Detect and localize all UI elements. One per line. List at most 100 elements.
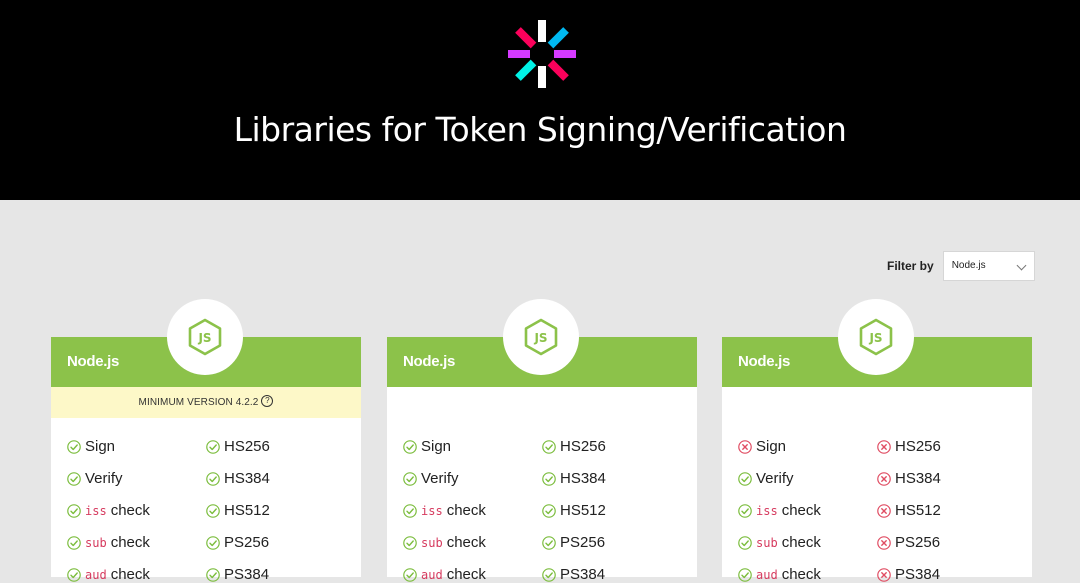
- check-circle-icon: [738, 503, 752, 518]
- algorithm-item: HS256: [877, 438, 941, 455]
- check-circle-icon: [206, 567, 220, 582]
- filter-select-value: Node.js: [951, 260, 986, 271]
- feature-code: iss: [756, 503, 778, 518]
- card-header: Node.js JS: [51, 299, 361, 387]
- svg-text:JS: JS: [533, 331, 547, 345]
- feature-item: Sign: [403, 438, 451, 455]
- check-circle-icon: [206, 503, 220, 518]
- svg-text:JS: JS: [197, 331, 211, 345]
- card-header: Node.js JS: [722, 299, 1032, 387]
- feature-item: sub check: [403, 534, 486, 551]
- check-circle-icon: [542, 503, 556, 518]
- feature-item: Verify: [67, 470, 123, 487]
- feature-label: Verify: [756, 470, 794, 487]
- feature-code: aud: [756, 567, 778, 582]
- feature-label: check: [781, 534, 821, 551]
- feature-code: aud: [421, 567, 443, 582]
- algorithm-item: PS384: [206, 566, 269, 583]
- feature-label: Verify: [421, 470, 459, 487]
- feature-item: sub check: [67, 534, 150, 551]
- minimum-version-text: MINIMUM VERSION 4.2.2: [138, 397, 259, 408]
- page-title: Libraries for Token Signing/Verification: [233, 110, 847, 149]
- algorithm-label: PS384: [895, 566, 941, 583]
- check-circle-icon: [67, 439, 81, 454]
- filter-label: Filter by: [887, 259, 934, 273]
- feature-code: iss: [421, 503, 443, 518]
- algorithm-label: HS384: [224, 470, 270, 487]
- check-circle-icon: [206, 471, 220, 486]
- feature-code: aud: [85, 567, 107, 582]
- check-circle-icon: [67, 567, 81, 582]
- algorithm-label: PS384: [560, 566, 606, 583]
- feature-label: check: [446, 502, 486, 519]
- feature-label: check: [781, 502, 821, 519]
- x-circle-icon: [877, 503, 891, 518]
- algorithm-label: HS512: [224, 502, 270, 519]
- algorithm-label: HS384: [895, 470, 941, 487]
- algorithm-label: HS512: [895, 502, 941, 519]
- check-circle-icon: [738, 471, 752, 486]
- algorithm-label: PS256: [224, 534, 270, 551]
- nodejs-icon: JS: [859, 318, 893, 356]
- feature-label: check: [446, 534, 486, 551]
- check-circle-icon: [67, 503, 81, 518]
- algorithm-item: HS384: [542, 470, 606, 487]
- check-circle-icon: [206, 535, 220, 550]
- algorithm-item: PS256: [542, 534, 605, 551]
- feature-label: check: [110, 534, 150, 551]
- x-circle-icon: [877, 567, 891, 582]
- filter-bar: Filter by Node.js: [887, 251, 1035, 281]
- feature-label: check: [781, 566, 821, 583]
- feature-label: check: [446, 566, 486, 583]
- feature-item: Sign: [738, 438, 786, 455]
- feature-code: iss: [85, 503, 107, 518]
- x-circle-icon: [877, 535, 891, 550]
- algorithm-label: HS256: [560, 438, 606, 455]
- hero-header: Libraries for Token Signing/Verification: [0, 0, 1080, 200]
- check-circle-icon: [403, 471, 417, 486]
- feature-code: sub: [756, 535, 778, 550]
- check-circle-icon: [403, 535, 417, 550]
- feature-label: check: [110, 566, 150, 583]
- feature-item: iss check: [403, 502, 486, 519]
- algorithm-item: HS256: [206, 438, 270, 455]
- check-circle-icon: [206, 439, 220, 454]
- svg-text:JS: JS: [868, 331, 882, 345]
- feature-label: check: [110, 502, 150, 519]
- filter-select[interactable]: Node.js: [942, 251, 1035, 281]
- nodejs-icon: JS: [188, 318, 222, 356]
- check-circle-icon: [403, 439, 417, 454]
- library-card[interactable]: Node.js JS Sign Verify iss check sub check aud ch…: [387, 299, 697, 583]
- check-circle-icon: [542, 471, 556, 486]
- card-header: Node.js JS: [387, 299, 697, 387]
- feature-label: Sign: [756, 438, 787, 455]
- check-circle-icon: [403, 567, 417, 582]
- feature-item: sub check: [738, 534, 821, 551]
- algorithm-item: PS256: [206, 534, 269, 551]
- algorithm-label: PS256: [560, 534, 606, 551]
- check-circle-icon: [67, 535, 81, 550]
- library-logo: JS: [503, 299, 579, 375]
- x-circle-icon: [877, 439, 891, 454]
- feature-code: sub: [85, 535, 107, 550]
- library-card[interactable]: Node.js JS Sign Verify iss check sub check aud ch…: [722, 299, 1032, 583]
- algorithm-label: HS384: [560, 470, 606, 487]
- check-circle-icon: [738, 567, 752, 582]
- feature-label: Verify: [85, 470, 123, 487]
- check-circle-icon: [738, 535, 752, 550]
- feature-item: Verify: [738, 470, 794, 487]
- algorithm-label: PS256: [895, 534, 941, 551]
- algorithm-label: HS256: [895, 438, 941, 455]
- library-name: Node.js: [403, 353, 456, 370]
- algorithm-item: PS384: [542, 566, 605, 583]
- check-circle-icon: [403, 503, 417, 518]
- library-card[interactable]: Node.js JS MINIMUM VERSION 4.2.2? Sign Verif…: [51, 299, 361, 583]
- help-icon[interactable]: ?: [261, 395, 274, 408]
- algorithm-item: HS384: [877, 470, 941, 487]
- feature-item: iss check: [67, 502, 150, 519]
- feature-item: Sign: [67, 438, 115, 455]
- x-circle-icon: [738, 439, 752, 454]
- x-circle-icon: [877, 471, 891, 486]
- nodejs-icon: JS: [524, 318, 558, 356]
- feature-item: aud check: [403, 566, 486, 583]
